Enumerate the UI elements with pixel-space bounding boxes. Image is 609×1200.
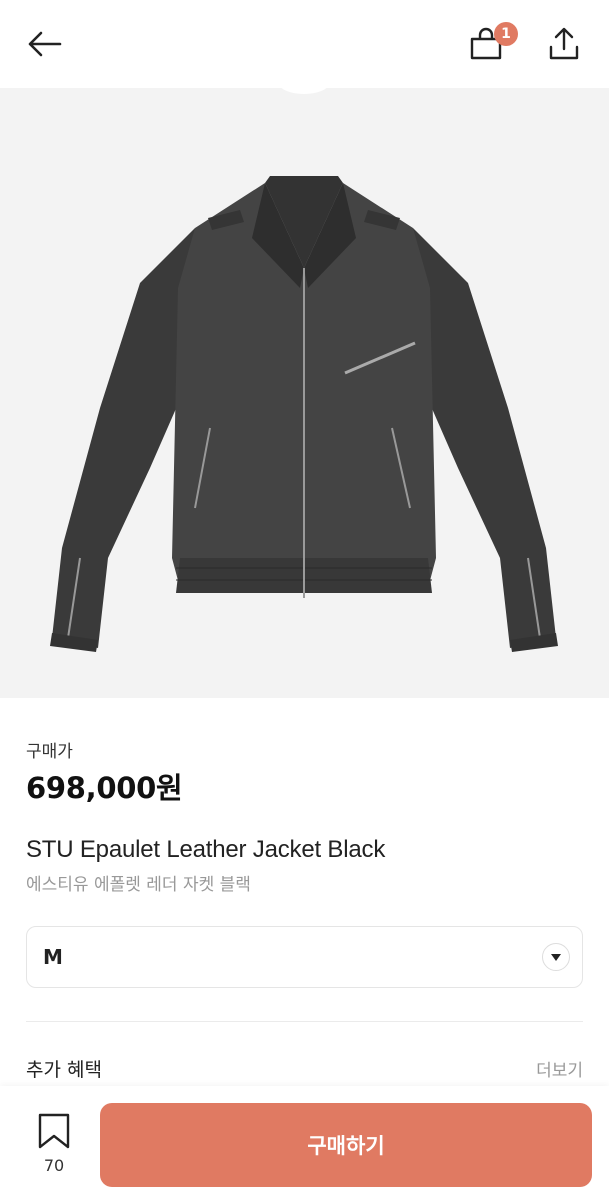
section-divider <box>26 1021 583 1022</box>
arrow-left-icon <box>28 31 62 57</box>
wishlist-button[interactable]: 70 <box>30 1112 78 1182</box>
top-header: 1 <box>0 0 609 88</box>
bottom-action-bar: 70 구매하기 <box>0 1086 609 1200</box>
leather-jacket-image <box>50 88 558 652</box>
product-image[interactable] <box>0 88 609 698</box>
product-price: 698,000원 <box>26 771 183 805</box>
extra-benefits-label: 추가 혜택 <box>26 1059 102 1081</box>
share-upload-icon <box>549 27 579 60</box>
product-title-korean: 에스티유 에폴렛 레더 자켓 블랙 <box>26 875 251 895</box>
back-button[interactable] <box>20 20 68 68</box>
price-label: 구매가 <box>26 742 73 762</box>
bookmark-icon <box>38 1113 70 1149</box>
size-value: M <box>43 945 63 969</box>
buy-button[interactable]: 구매하기 <box>100 1103 592 1187</box>
cart-count-badge: 1 <box>494 22 518 46</box>
chevron-down-button[interactable] <box>542 943 570 971</box>
size-select[interactable]: M <box>26 926 583 988</box>
chevron-down-icon <box>551 954 561 961</box>
more-link[interactable]: 더보기 <box>536 1056 583 1081</box>
wishlist-count: 70 <box>43 1156 65 1175</box>
share-button[interactable] <box>540 20 588 68</box>
product-title-english: STU Epaulet Leather Jacket Black <box>26 836 386 863</box>
